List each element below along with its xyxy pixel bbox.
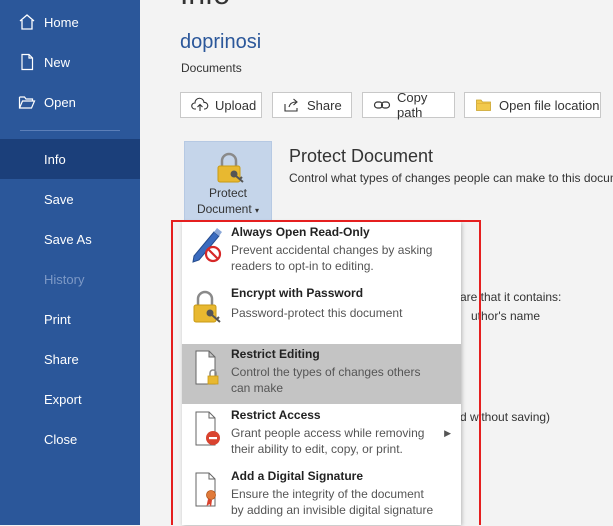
sidebar-divider <box>20 130 120 131</box>
home-icon <box>18 13 36 31</box>
upload-icon <box>191 97 209 113</box>
open-file-location-label: Open file location <box>499 97 600 113</box>
menu-item-title: Encrypt with Password <box>231 286 364 300</box>
page-title: Info <box>180 0 230 12</box>
inspect-author-text: uthor's name <box>471 309 540 323</box>
protect-document-button[interactable]: Protect Document ▾ <box>184 141 272 221</box>
menu-item-title: Restrict Editing <box>231 347 320 361</box>
sidebar-item-share[interactable]: Share <box>0 339 140 379</box>
sidebar-item-home[interactable]: Home <box>0 2 140 42</box>
link-icon <box>373 97 391 113</box>
sidebar-item-open[interactable]: Open <box>0 82 140 122</box>
sidebar-item-save-as[interactable]: Save As <box>0 219 140 259</box>
sidebar-item-label: Info <box>44 151 66 167</box>
menu-item-description: Control the types of changes others can m… <box>231 365 421 395</box>
menu-item-title: Always Open Read-Only <box>231 225 370 239</box>
upload-button[interactable]: Upload <box>180 92 262 118</box>
sidebar-item-label: Close <box>44 431 78 447</box>
document-restricted-icon <box>190 409 226 449</box>
backstage-sidebar: Home New Open Info Save Save As History … <box>0 0 140 525</box>
open-file-location-button[interactable]: Open file location <box>464 92 601 118</box>
new-document-icon <box>18 53 36 71</box>
chevron-down-icon: ▾ <box>255 206 260 215</box>
sidebar-item-label: History <box>44 271 85 287</box>
document-lock-icon <box>190 348 226 388</box>
read-only-pencil-icon <box>190 226 226 266</box>
protect-tile-label-line1: Protect <box>208 186 247 200</box>
sidebar-item-label: Export <box>44 391 82 407</box>
sidebar-item-label: Open <box>44 94 76 110</box>
document-ribbon-icon <box>190 470 226 510</box>
protect-document-description: Control what types of changes people can… <box>289 171 613 185</box>
copy-path-label: Copy path <box>397 90 428 120</box>
protect-document-menu: Always Open Read-Only Prevent accidental… <box>182 222 461 525</box>
sidebar-item-print[interactable]: Print <box>0 299 140 339</box>
sidebar-item-label: New <box>44 54 71 70</box>
sidebar-item-history[interactable]: History <box>0 259 140 299</box>
menu-item-title: Add a Digital Signature <box>231 469 364 483</box>
inspect-document-text: are that it contains: <box>460 290 562 304</box>
submenu-arrow-icon: ▶ <box>444 428 451 438</box>
share-label: Share <box>307 97 342 113</box>
sidebar-item-label: Print <box>44 311 71 327</box>
sidebar-item-label: Share <box>44 351 79 367</box>
menu-item-description: Grant people access while removing their … <box>231 426 425 456</box>
sidebar-item-close[interactable]: Close <box>0 419 140 459</box>
menu-item-restrict-access[interactable]: Restrict Access Grant people access whil… <box>182 405 461 465</box>
menu-item-description: Prevent accidental changes by asking read… <box>231 243 433 273</box>
menu-item-always-open-read-only[interactable]: Always Open Read-Only Prevent accidental… <box>182 222 461 282</box>
sidebar-item-label: Home <box>44 14 79 30</box>
menu-item-description: Password-protect this document <box>231 306 403 320</box>
open-folder-icon <box>18 93 36 111</box>
sidebar-item-new[interactable]: New <box>0 42 140 82</box>
sidebar-item-export[interactable]: Export <box>0 379 140 419</box>
upload-label: Upload <box>215 97 257 113</box>
share-icon <box>283 97 301 113</box>
menu-item-title: Restrict Access <box>231 408 321 422</box>
sidebar-item-label: Save As <box>44 231 92 247</box>
copy-path-button[interactable]: Copy path <box>362 90 455 120</box>
sidebar-item-info[interactable]: Info <box>0 139 140 179</box>
versions-text: d without saving) <box>460 410 551 424</box>
site-name-link[interactable]: doprinosi <box>180 31 261 54</box>
menu-item-restrict-editing[interactable]: Restrict Editing Control the types of ch… <box>182 344 461 404</box>
lock-key-icon <box>215 152 245 189</box>
menu-item-description: Ensure the integrity of the document by a… <box>231 487 434 517</box>
sidebar-item-save[interactable]: Save <box>0 179 140 219</box>
site-location: Documents <box>181 61 242 75</box>
sidebar-item-label: Save <box>44 191 74 207</box>
padlock-key-icon <box>190 287 226 327</box>
menu-item-encrypt-with-password[interactable]: Encrypt with Password Password-protect t… <box>182 283 461 343</box>
protect-tile-label-line2: Document ▾ <box>196 202 260 216</box>
menu-item-add-digital-signature[interactable]: Add a Digital Signature Ensure the integ… <box>182 466 461 526</box>
share-button[interactable]: Share <box>272 92 352 118</box>
folder-icon <box>475 97 493 113</box>
protect-document-title: Protect Document <box>289 146 434 166</box>
